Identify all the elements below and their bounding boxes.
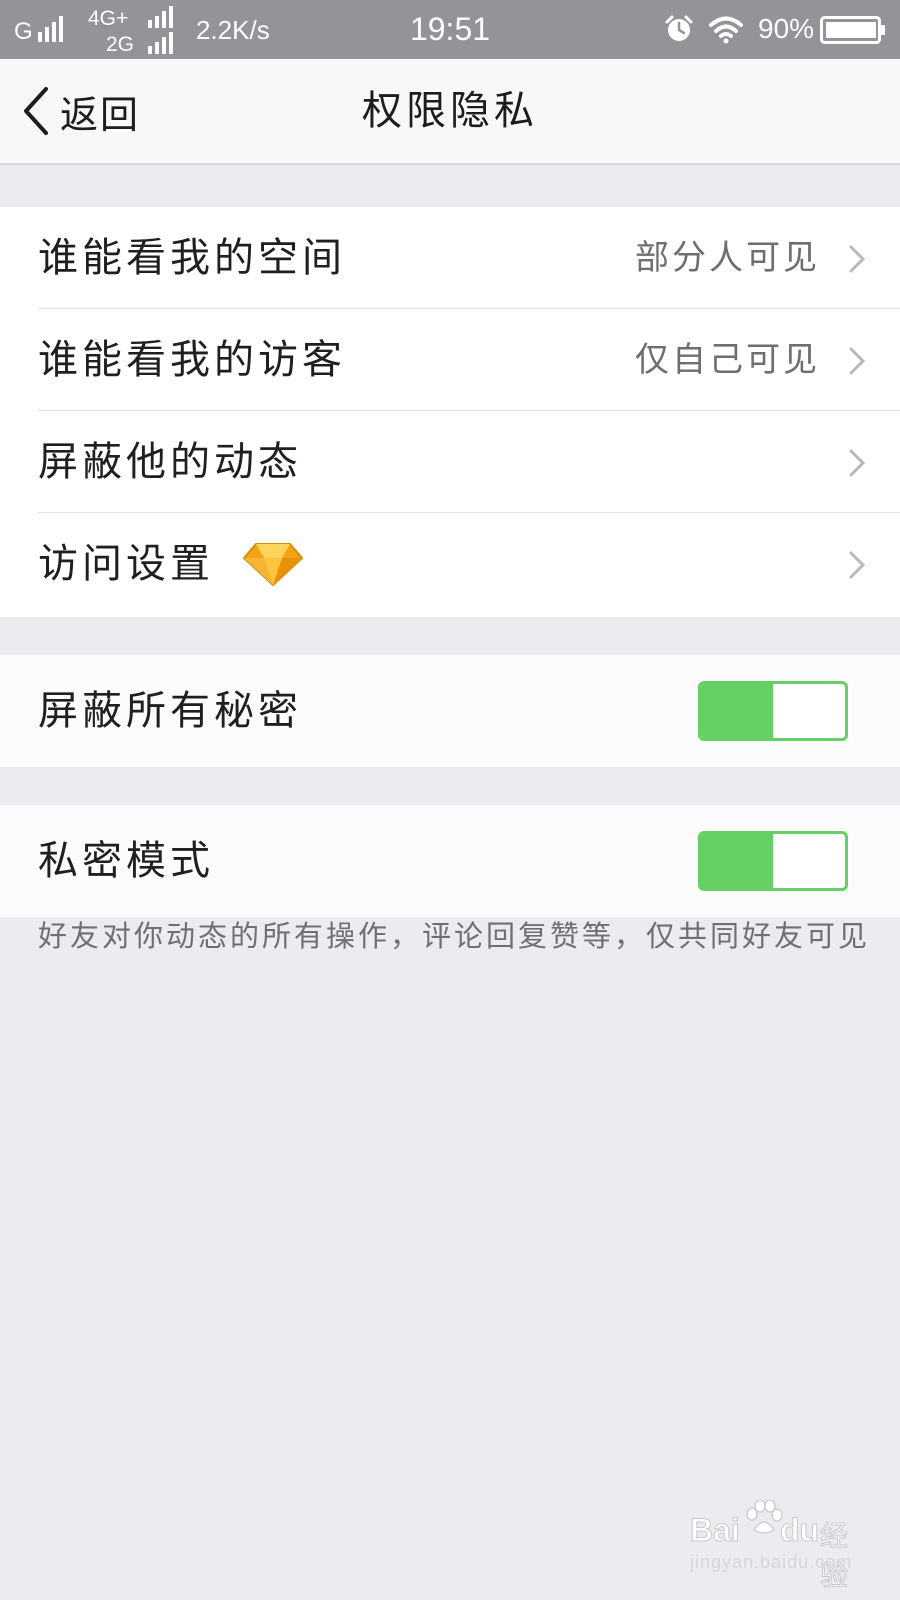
battery-percent: 90% — [758, 13, 815, 44]
watermark-url: jingyan.baidu.com — [690, 1552, 853, 1572]
toggle-label: 屏蔽所有秘密 — [38, 688, 302, 734]
setting-row-visitor-visibility[interactable]: 谁能看我的访客 仅自己可见 — [0, 309, 900, 411]
back-label: 返回 — [60, 92, 141, 137]
status-bar: G 4G+ 2G 2.2K/s 19:51 90% — [0, 0, 900, 59]
battery-icon — [820, 16, 885, 44]
setting-value: 仅自己可见 — [635, 340, 820, 380]
watermark-brand: Bai — [690, 1512, 741, 1549]
chevron-right-icon — [849, 245, 866, 273]
setting-label: 屏蔽他的动态 — [38, 439, 302, 485]
diamond-icon — [242, 543, 304, 587]
private-mode-description: 好友对你动态的所有操作，评论回复赞等，仅共同好友可见 — [38, 919, 871, 953]
chevron-right-icon — [849, 551, 866, 579]
private-mode-toggle[interactable] — [698, 831, 848, 891]
watermark-brand-2: du — [779, 1512, 820, 1549]
back-button[interactable]: 返回 — [22, 59, 140, 163]
toggle-row-private-mode: 私密模式 — [0, 805, 900, 917]
chevron-left-icon — [24, 87, 48, 135]
setting-label: 谁能看我的访客 — [38, 337, 346, 383]
toggle-label: 私密模式 — [38, 838, 214, 884]
block-secrets-toggle[interactable] — [698, 681, 848, 741]
settings-group: 谁能看我的空间 部分人可见 谁能看我的访客 仅自己可见 屏蔽他的动态 访问设置 — [0, 207, 900, 617]
setting-row-access-settings[interactable]: 访问设置 — [0, 513, 900, 615]
chevron-right-icon — [849, 449, 866, 477]
toggle-fill — [701, 684, 773, 738]
setting-label: 谁能看我的空间 — [38, 235, 346, 281]
wifi-icon — [709, 16, 743, 44]
setting-row-space-visibility[interactable]: 谁能看我的空间 部分人可见 — [0, 207, 900, 309]
toggle-fill — [701, 834, 773, 888]
chevron-right-icon — [849, 347, 866, 375]
setting-row-block-feed[interactable]: 屏蔽他的动态 — [0, 411, 900, 513]
toggle-row-block-secrets: 屏蔽所有秘密 — [0, 655, 900, 767]
setting-label: 访问设置 — [38, 541, 214, 587]
navigation-bar: 权限隐私 返回 — [0, 59, 900, 165]
watermark: Bai du 经验 jingyan.baidu.com — [690, 1500, 870, 1593]
alarm-icon — [665, 15, 693, 41]
setting-value: 部分人可见 — [635, 238, 820, 278]
baidu-paw-icon — [746, 1500, 783, 1534]
